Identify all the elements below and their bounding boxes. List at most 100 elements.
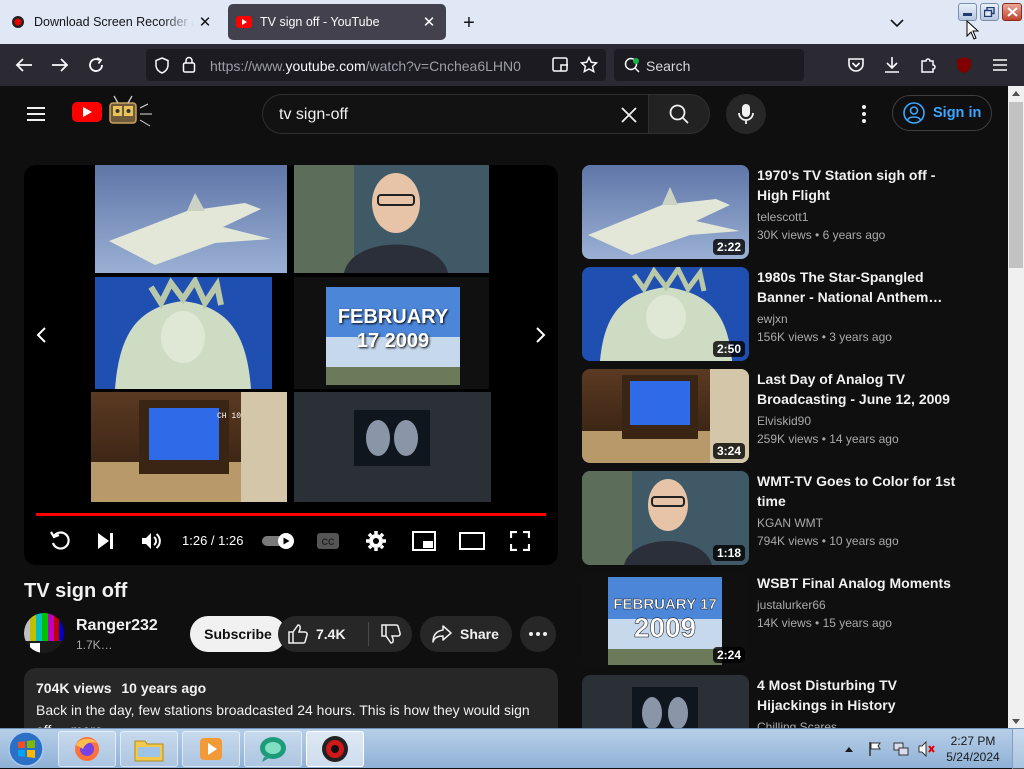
related-video[interactable]: 2:22 1970's TV Station sigh off - High F… [582, 165, 1002, 259]
forward-arrow-icon[interactable] [48, 53, 72, 77]
related-channel[interactable]: KGAN WMT [757, 516, 823, 530]
related-channel[interactable]: telescott1 [757, 210, 808, 224]
taskbar-clock[interactable]: 2:27 PM 5/24/2024 [940, 733, 1006, 765]
channel-name[interactable]: Ranger232 [76, 617, 158, 635]
screenshot-icon[interactable] [552, 57, 570, 73]
fullscreen-icon[interactable] [506, 527, 534, 555]
related-video[interactable]: 4 Most Disturbing TV Hijackings in Histo… [582, 675, 1002, 728]
related-title[interactable]: 1970's TV Station sigh off - High Flight [757, 165, 967, 205]
window-minimize-button[interactable] [958, 3, 977, 21]
taskbar-app-teal[interactable] [244, 731, 302, 767]
endscreen-video-color-broadcast[interactable] [294, 165, 489, 273]
progress-bar[interactable] [36, 513, 546, 516]
window-restore-button[interactable] [980, 3, 999, 21]
related-channel[interactable]: Elviskid90 [757, 414, 811, 428]
taskbar-explorer[interactable] [120, 731, 178, 767]
show-hidden-icons-icon[interactable] [840, 740, 858, 758]
taskbar-media-player[interactable] [182, 731, 240, 767]
theater-mode-icon[interactable] [458, 527, 486, 555]
replay-icon[interactable] [46, 527, 74, 555]
taskbar-firefox[interactable] [58, 731, 116, 767]
list-all-tabs-icon[interactable] [886, 12, 908, 34]
action-center-flag-icon[interactable] [866, 740, 884, 758]
like-button[interactable]: 7.4K [278, 616, 368, 652]
volume-muted-icon[interactable] [918, 740, 936, 758]
related-title[interactable]: Last Day of Analog TV Broadcasting - Jun… [757, 369, 967, 409]
autoplay-toggle[interactable] [262, 532, 296, 550]
extensions-puzzle-icon[interactable] [916, 53, 940, 77]
ublock-extension-icon[interactable] [952, 53, 976, 77]
clear-search-icon[interactable] [619, 105, 639, 125]
shield-icon[interactable] [154, 57, 170, 74]
endscreen-next-icon[interactable] [534, 325, 548, 345]
youtube-search-box[interactable]: tv sign-off [262, 94, 648, 134]
guide-menu-icon[interactable] [24, 102, 48, 126]
related-video[interactable]: 2:50 1980s The Star-Spangled Banner - Na… [582, 267, 1002, 361]
related-thumbnail[interactable]: 3:24 [582, 369, 749, 463]
related-video[interactable]: FEBRUARY 17 2009 2:24 WSBT Final Analog M… [582, 573, 1002, 667]
youtube-doodle-tv-logo[interactable] [106, 94, 162, 130]
reload-icon[interactable] [84, 53, 108, 77]
settings-gear-icon[interactable] [362, 527, 390, 555]
endscreen-prev-icon[interactable] [34, 325, 48, 345]
related-title[interactable]: 4 Most Disturbing TV Hijackings in Histo… [757, 675, 967, 715]
related-thumbnail[interactable]: FEBRUARY 17 2009 2:24 [582, 573, 749, 667]
youtube-search-button[interactable] [648, 94, 710, 134]
closed-captions-icon[interactable]: CC [314, 527, 342, 555]
tab-screen-recorder[interactable]: Download Screen Recorder and ✕ [0, 4, 222, 40]
related-channel[interactable]: ewjxn [757, 312, 788, 326]
more-actions-button[interactable] [520, 616, 556, 652]
lock-icon[interactable] [182, 56, 196, 73]
related-channel[interactable]: Chilling Scares [757, 720, 837, 728]
window-close-button[interactable] [1002, 3, 1022, 21]
settings-kebab-icon[interactable] [852, 102, 876, 126]
start-button[interactable] [4, 730, 48, 768]
taskbar-screen-recorder[interactable] [306, 731, 364, 767]
next-video-icon[interactable] [92, 527, 120, 555]
related-thumbnail[interactable]: 2:50 [582, 267, 749, 361]
description-box[interactable]: 704K views 10 years ago Back in the day,… [24, 668, 558, 728]
related-title[interactable]: WMT-TV Goes to Color for 1st time [757, 471, 967, 511]
endscreen-video-high-flight[interactable] [95, 165, 287, 273]
volume-icon[interactable] [138, 527, 166, 555]
channel-avatar[interactable] [24, 613, 64, 653]
browser-search-bar[interactable]: Search [614, 49, 804, 81]
tab-close-icon[interactable]: ✕ [418, 11, 440, 33]
show-desktop-button[interactable] [1012, 729, 1024, 769]
related-thumbnail[interactable] [582, 675, 749, 728]
related-thumbnail[interactable]: 1:18 [582, 471, 749, 565]
miniplayer-icon[interactable] [410, 527, 438, 555]
endscreen-video-star-spangled-banner[interactable] [95, 277, 272, 389]
related-thumbnail[interactable]: 2:22 [582, 165, 749, 259]
related-video[interactable]: 3:24 Last Day of Analog TV Broadcasting … [582, 369, 1002, 463]
sign-in-button[interactable]: Sign in [892, 95, 992, 131]
scroll-up-arrow-icon[interactable] [1008, 86, 1024, 100]
hamburger-menu-icon[interactable] [988, 53, 1012, 77]
related-channel[interactable]: justalurker66 [757, 598, 826, 612]
youtube-logo[interactable] [72, 102, 102, 122]
endscreen-video-february-2009[interactable]: FEBRUARY 17 2009 [294, 277, 489, 389]
dislike-button[interactable] [369, 616, 412, 652]
endscreen-video-last-day-analog[interactable]: CH 10 [91, 392, 287, 502]
network-icon[interactable] [892, 740, 910, 758]
endscreen-video-tv-hijackings[interactable] [294, 392, 491, 502]
scrollbar-thumb[interactable] [1009, 102, 1023, 268]
related-title[interactable]: WSBT Final Analog Moments [757, 573, 967, 593]
video-player[interactable]: FEBRUARY 17 2009 CH 10 1:26 / 1:26 CC [24, 165, 558, 565]
tab-youtube[interactable]: TV sign off - YouTube ✕ [228, 4, 446, 40]
url-bar[interactable]: https://www.youtube.com/watch?v=Cnchea6L… [146, 49, 606, 81]
related-video[interactable]: 1:18 WMT-TV Goes to Color for 1st time K… [582, 471, 1002, 565]
youtube-search-input[interactable]: tv sign-off [279, 106, 348, 124]
downloads-icon[interactable] [880, 53, 904, 77]
tab-close-icon[interactable]: ✕ [194, 11, 216, 33]
subscribe-button[interactable]: Subscribe [190, 616, 286, 652]
share-button[interactable]: Share [420, 616, 512, 652]
page-scrollbar[interactable] [1008, 86, 1024, 728]
pocket-icon[interactable] [844, 53, 868, 77]
related-title[interactable]: 1980s The Star-Spangled Banner - Nationa… [757, 267, 967, 307]
bookmark-star-icon[interactable] [580, 56, 598, 74]
voice-search-button[interactable] [726, 94, 766, 134]
new-tab-icon[interactable]: + [458, 12, 480, 34]
back-arrow-icon[interactable] [12, 53, 36, 77]
scroll-down-arrow-icon[interactable] [1008, 714, 1024, 728]
